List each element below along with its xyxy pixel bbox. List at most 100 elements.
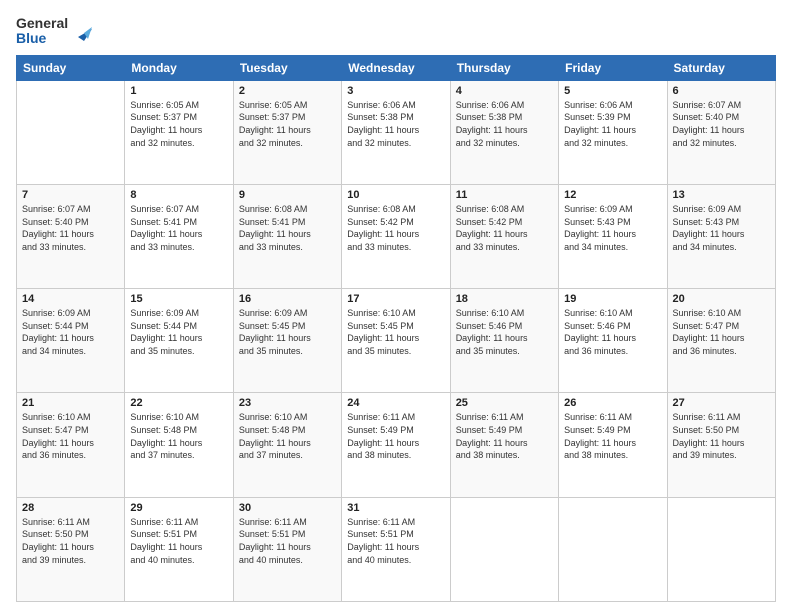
day-info: Sunrise: 6:07 AM Sunset: 5:40 PM Dayligh… xyxy=(673,99,770,149)
day-number: 14 xyxy=(22,293,119,305)
calendar-cell: 24Sunrise: 6:11 AM Sunset: 5:49 PM Dayli… xyxy=(342,393,450,497)
calendar-cell: 8 Sunrise: 6:07 AM Sunset: 5:41 PM Daylig… xyxy=(125,185,233,289)
calendar-cell: 30 Sunrise: 6:11 AM Sunset: 5:51 PM Dayli… xyxy=(233,497,341,601)
day-number: 13 xyxy=(673,189,770,201)
calendar-cell: 10Sunrise: 6:08 AM Sunset: 5:42 PM Dayli… xyxy=(342,185,450,289)
weekday-header-row: SundayMondayTuesdayWednesdayThursdayFrid… xyxy=(17,55,776,80)
calendar-cell: 4Sunrise: 6:06 AM Sunset: 5:38 PM Daylig… xyxy=(450,80,558,184)
day-info: Sunrise: 6:10 AM Sunset: 5:45 PM Dayligh… xyxy=(347,307,444,357)
day-info: Sunrise: 6:07 AM Sunset: 5:41 PM Dayligh… xyxy=(130,203,227,253)
day-number: 28 xyxy=(22,502,119,514)
day-number: 22 xyxy=(130,397,227,409)
calendar-cell: 6 Sunrise: 6:07 AM Sunset: 5:40 PM Daylig… xyxy=(667,80,775,184)
calendar-cell: 19Sunrise: 6:10 AM Sunset: 5:46 PM Dayli… xyxy=(559,289,667,393)
day-info: Sunrise: 6:06 AM Sunset: 5:39 PM Dayligh… xyxy=(564,99,661,149)
day-info: Sunrise: 6:09 AM Sunset: 5:44 PM Dayligh… xyxy=(22,307,119,357)
day-number: 23 xyxy=(239,397,336,409)
day-number: 2 xyxy=(239,85,336,97)
day-info: Sunrise: 6:11 AM Sunset: 5:50 PM Dayligh… xyxy=(22,516,119,566)
day-number: 20 xyxy=(673,293,770,305)
day-info: Sunrise: 6:09 AM Sunset: 5:45 PM Dayligh… xyxy=(239,307,336,357)
calendar-cell: 1Sunrise: 6:05 AM Sunset: 5:37 PM Daylig… xyxy=(125,80,233,184)
day-number: 16 xyxy=(239,293,336,305)
calendar-cell: 29 Sunrise: 6:11 AM Sunset: 5:51 PM Dayli… xyxy=(125,497,233,601)
calendar-cell: 9 Sunrise: 6:08 AM Sunset: 5:41 PM Daylig… xyxy=(233,185,341,289)
weekday-header-saturday: Saturday xyxy=(667,55,775,80)
calendar-cell: 5 Sunrise: 6:06 AM Sunset: 5:39 PM Daylig… xyxy=(559,80,667,184)
calendar-cell: 2 Sunrise: 6:05 AM Sunset: 5:37 PM Daylig… xyxy=(233,80,341,184)
day-number: 7 xyxy=(22,189,119,201)
day-info: Sunrise: 6:09 AM Sunset: 5:43 PM Dayligh… xyxy=(673,203,770,253)
day-info: Sunrise: 6:11 AM Sunset: 5:51 PM Dayligh… xyxy=(239,516,336,566)
day-number: 3 xyxy=(347,85,444,97)
day-number: 31 xyxy=(347,502,444,514)
day-info: Sunrise: 6:09 AM Sunset: 5:44 PM Dayligh… xyxy=(130,307,227,357)
day-info: Sunrise: 6:10 AM Sunset: 5:47 PM Dayligh… xyxy=(673,307,770,357)
day-info: Sunrise: 6:10 AM Sunset: 5:47 PM Dayligh… xyxy=(22,411,119,461)
calendar-cell: 26 Sunrise: 6:11 AM Sunset: 5:49 PM Dayli… xyxy=(559,393,667,497)
day-number: 12 xyxy=(564,189,661,201)
calendar-cell: 31 Sunrise: 6:11 AM Sunset: 5:51 PM Dayli… xyxy=(342,497,450,601)
calendar-cell: 14 Sunrise: 6:09 AM Sunset: 5:44 PM Dayli… xyxy=(17,289,125,393)
day-number: 18 xyxy=(456,293,553,305)
day-info: Sunrise: 6:10 AM Sunset: 5:48 PM Dayligh… xyxy=(239,411,336,461)
calendar-table: SundayMondayTuesdayWednesdayThursdayFrid… xyxy=(16,55,776,602)
calendar-cell: 17Sunrise: 6:10 AM Sunset: 5:45 PM Dayli… xyxy=(342,289,450,393)
day-number: 30 xyxy=(239,502,336,514)
calendar-cell: 18 Sunrise: 6:10 AM Sunset: 5:46 PM Dayli… xyxy=(450,289,558,393)
weekday-header-tuesday: Tuesday xyxy=(233,55,341,80)
calendar-cell: 15 Sunrise: 6:09 AM Sunset: 5:44 PM Dayli… xyxy=(125,289,233,393)
day-number: 27 xyxy=(673,397,770,409)
day-info: Sunrise: 6:07 AM Sunset: 5:40 PM Dayligh… xyxy=(22,203,119,253)
weekday-header-monday: Monday xyxy=(125,55,233,80)
calendar-cell xyxy=(450,497,558,601)
day-info: Sunrise: 6:11 AM Sunset: 5:49 PM Dayligh… xyxy=(564,411,661,461)
day-number: 26 xyxy=(564,397,661,409)
day-info: Sunrise: 6:11 AM Sunset: 5:50 PM Dayligh… xyxy=(673,411,770,461)
logo-blue: Blue xyxy=(16,31,46,46)
calendar-cell: 23 Sunrise: 6:10 AM Sunset: 5:48 PM Dayli… xyxy=(233,393,341,497)
logo: General Blue xyxy=(16,16,92,47)
day-number: 5 xyxy=(564,85,661,97)
day-info: Sunrise: 6:08 AM Sunset: 5:41 PM Dayligh… xyxy=(239,203,336,253)
calendar-week-row: 14 Sunrise: 6:09 AM Sunset: 5:44 PM Dayli… xyxy=(17,289,776,393)
day-info: Sunrise: 6:11 AM Sunset: 5:51 PM Dayligh… xyxy=(130,516,227,566)
calendar-week-row: 1Sunrise: 6:05 AM Sunset: 5:37 PM Daylig… xyxy=(17,80,776,184)
day-number: 11 xyxy=(456,189,553,201)
calendar-cell: 25Sunrise: 6:11 AM Sunset: 5:49 PM Dayli… xyxy=(450,393,558,497)
header: General Blue xyxy=(16,16,776,47)
day-info: Sunrise: 6:08 AM Sunset: 5:42 PM Dayligh… xyxy=(347,203,444,253)
day-info: Sunrise: 6:05 AM Sunset: 5:37 PM Dayligh… xyxy=(239,99,336,149)
calendar-week-row: 28 Sunrise: 6:11 AM Sunset: 5:50 PM Dayli… xyxy=(17,497,776,601)
day-info: Sunrise: 6:06 AM Sunset: 5:38 PM Dayligh… xyxy=(347,99,444,149)
day-number: 19 xyxy=(564,293,661,305)
weekday-header-thursday: Thursday xyxy=(450,55,558,80)
weekday-header-sunday: Sunday xyxy=(17,55,125,80)
calendar-cell: 13 Sunrise: 6:09 AM Sunset: 5:43 PM Dayli… xyxy=(667,185,775,289)
logo-bird-icon xyxy=(70,23,92,45)
calendar-cell: 27 Sunrise: 6:11 AM Sunset: 5:50 PM Dayli… xyxy=(667,393,775,497)
day-number: 9 xyxy=(239,189,336,201)
day-info: Sunrise: 6:10 AM Sunset: 5:48 PM Dayligh… xyxy=(130,411,227,461)
day-number: 29 xyxy=(130,502,227,514)
calendar-cell xyxy=(17,80,125,184)
day-info: Sunrise: 6:11 AM Sunset: 5:49 PM Dayligh… xyxy=(456,411,553,461)
weekday-header-wednesday: Wednesday xyxy=(342,55,450,80)
calendar-cell: 20 Sunrise: 6:10 AM Sunset: 5:47 PM Dayli… xyxy=(667,289,775,393)
day-info: Sunrise: 6:08 AM Sunset: 5:42 PM Dayligh… xyxy=(456,203,553,253)
logo-graphic: General Blue xyxy=(16,16,92,47)
day-number: 21 xyxy=(22,397,119,409)
calendar-cell: 11 Sunrise: 6:08 AM Sunset: 5:42 PM Dayli… xyxy=(450,185,558,289)
calendar-cell: 3 Sunrise: 6:06 AM Sunset: 5:38 PM Daylig… xyxy=(342,80,450,184)
day-number: 8 xyxy=(130,189,227,201)
day-info: Sunrise: 6:09 AM Sunset: 5:43 PM Dayligh… xyxy=(564,203,661,253)
day-info: Sunrise: 6:11 AM Sunset: 5:51 PM Dayligh… xyxy=(347,516,444,566)
day-info: Sunrise: 6:06 AM Sunset: 5:38 PM Dayligh… xyxy=(456,99,553,149)
calendar-cell: 21 Sunrise: 6:10 AM Sunset: 5:47 PM Dayli… xyxy=(17,393,125,497)
day-number: 24 xyxy=(347,397,444,409)
calendar-cell: 28 Sunrise: 6:11 AM Sunset: 5:50 PM Dayli… xyxy=(17,497,125,601)
day-info: Sunrise: 6:10 AM Sunset: 5:46 PM Dayligh… xyxy=(456,307,553,357)
calendar-cell xyxy=(559,497,667,601)
day-number: 6 xyxy=(673,85,770,97)
day-number: 15 xyxy=(130,293,227,305)
